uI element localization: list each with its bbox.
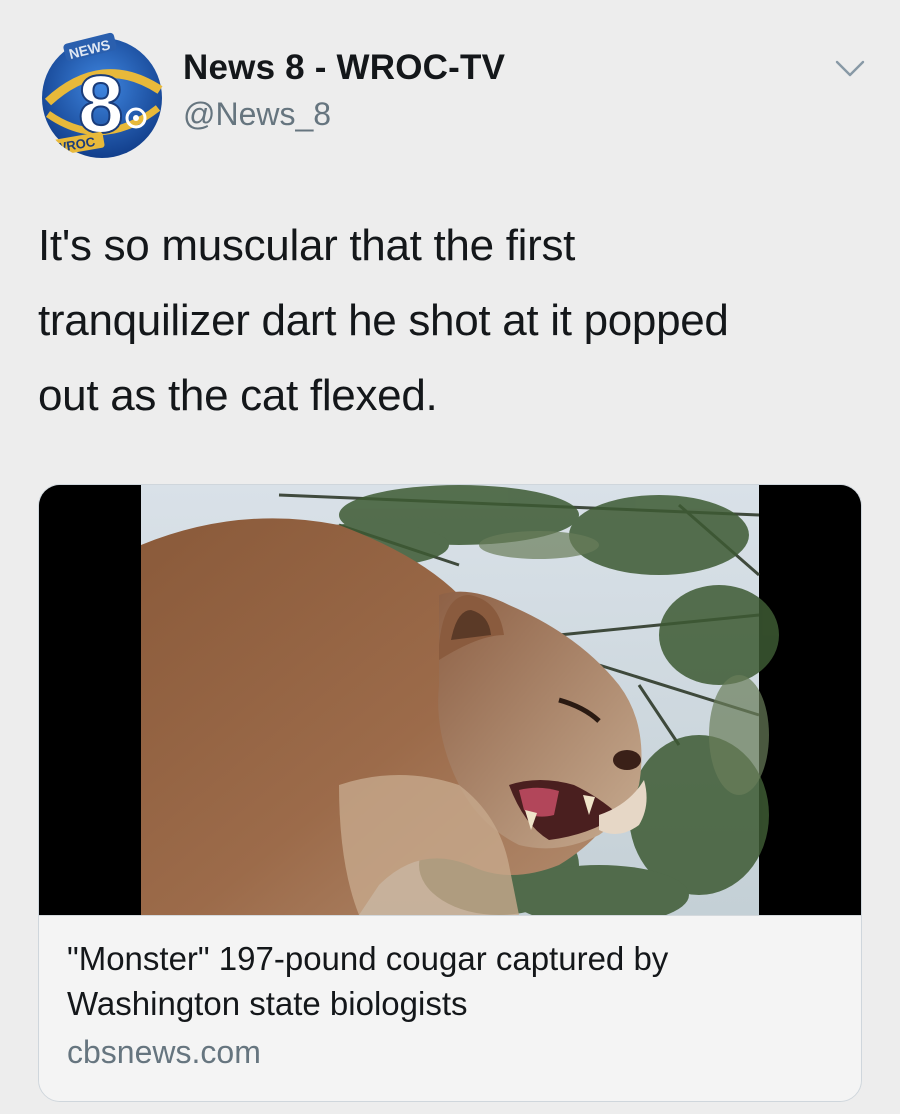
tweet-text: It's so muscular that the first tranquil… <box>38 208 858 433</box>
tweet-text-line: out as the cat flexed. <box>38 371 438 420</box>
news8-logo-icon: NEWS 8 WROC <box>38 32 166 160</box>
card-title[interactable]: "Monster" 197-pound cougar captured by W… <box>67 936 827 1026</box>
avatar[interactable]: NEWS 8 WROC <box>38 32 166 160</box>
cougar-photo-icon <box>39 485 861 915</box>
card-title-line: "Monster" 197-pound cougar captured by <box>67 940 669 977</box>
tweet-text-line: It's so muscular that the first <box>38 221 576 270</box>
user-handle[interactable]: @News_8 <box>183 96 331 133</box>
tweet: NEWS 8 WROC News 8 - WROC-TV @News_8 It'… <box>0 0 900 1114</box>
tweet-text-line: tranquilizer dart he shot at it popped <box>38 296 729 345</box>
display-name[interactable]: News 8 - WROC-TV <box>183 48 505 88</box>
card-title-line: Washington state biologists <box>67 985 468 1022</box>
link-card[interactable]: "Monster" 197-pound cougar captured by W… <box>38 484 862 1102</box>
chevron-down-icon[interactable] <box>834 58 866 80</box>
card-image[interactable] <box>39 485 861 915</box>
card-body[interactable]: "Monster" 197-pound cougar captured by W… <box>39 915 861 1101</box>
card-domain[interactable]: cbsnews.com <box>67 1034 261 1071</box>
